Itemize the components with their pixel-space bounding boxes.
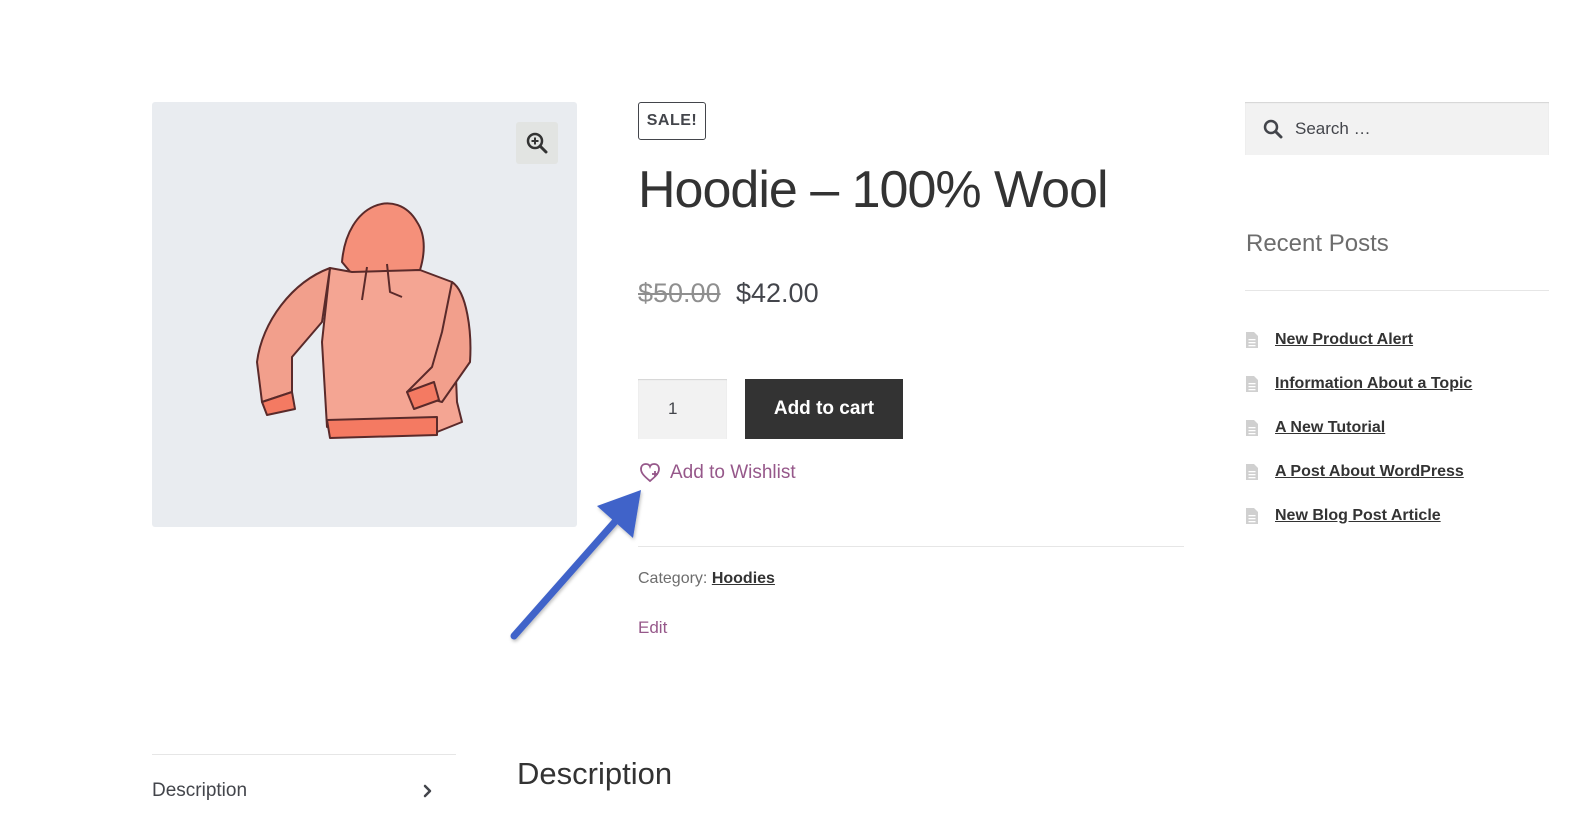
search-icon [1263,119,1283,138]
chevron-right-icon [423,784,432,798]
list-item: A Post About WordPress [1245,450,1472,494]
add-to-wishlist-link[interactable]: Add to Wishlist [640,462,796,484]
quantity-input[interactable] [638,379,727,439]
sale-badge: SALE! [638,102,706,140]
list-item: A New Tutorial [1245,406,1472,450]
zoom-button[interactable] [516,122,558,164]
add-to-cart-button[interactable]: Add to cart [745,379,903,439]
category-link-hoodies[interactable]: Hoodies [712,570,775,587]
widget-divider [1245,290,1549,291]
document-icon [1246,376,1258,392]
meta-divider [638,546,1184,547]
annotation-arrow [510,490,641,640]
search-input[interactable] [1293,117,1537,140]
tabs-divider [152,754,456,755]
list-item: New Product Alert [1245,318,1472,362]
recent-posts-list: New Product Alert Information About a To… [1245,318,1472,538]
post-link[interactable]: A New Tutorial [1275,419,1385,437]
regular-price: $50.00 [638,278,721,308]
list-item: New Blog Post Article [1245,494,1472,538]
document-icon [1246,464,1258,480]
description-heading: Description [517,756,673,791]
document-icon [1246,332,1258,348]
sale-price: $42.00 [736,278,819,308]
tab-description[interactable]: Description [152,780,247,802]
hoodie-image [256,202,472,439]
post-link[interactable]: New Blog Post Article [1275,507,1441,525]
magnifier-plus-icon [526,132,548,154]
post-link[interactable]: New Product Alert [1275,331,1413,349]
post-link[interactable]: A Post About WordPress [1275,463,1464,481]
recent-posts-title: Recent Posts [1246,230,1389,257]
list-item: Information About a Topic [1245,362,1472,406]
product-title: Hoodie – 100% Wool [638,161,1109,219]
wishlist-label: Add to Wishlist [670,462,796,483]
product-image[interactable] [152,102,577,527]
post-link[interactable]: Information About a Topic [1275,375,1472,393]
document-icon [1246,420,1258,436]
document-icon [1246,508,1258,524]
search-field[interactable] [1245,102,1549,155]
